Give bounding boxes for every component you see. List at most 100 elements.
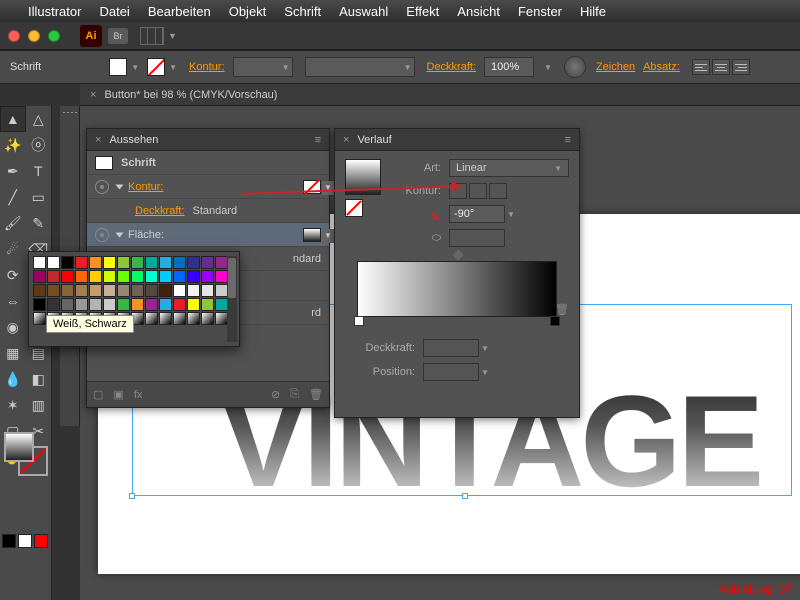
swatch-cell[interactable]: [117, 270, 130, 283]
appearance-panel-header[interactable]: × Aussehen ≡: [87, 129, 329, 151]
arrange-documents-button[interactable]: [140, 27, 164, 45]
type-tool[interactable]: T: [26, 158, 52, 184]
scrollbar-thumb[interactable]: [228, 258, 236, 298]
swatch-cell[interactable]: [131, 298, 144, 311]
menu-hilfe[interactable]: Hilfe: [580, 4, 606, 19]
blob-brush-tool[interactable]: ☄: [0, 236, 26, 262]
panel-menu-icon[interactable]: ≡: [315, 134, 321, 146]
brush-definition-field[interactable]: ▼: [305, 57, 415, 77]
stroke-swatch[interactable]: [147, 58, 165, 76]
shape-builder-tool[interactable]: ◉: [0, 314, 26, 340]
fill-indicator[interactable]: [4, 432, 34, 462]
swatch-cell[interactable]: [173, 298, 186, 311]
deckkraft-label[interactable]: Deckkraft:: [135, 205, 185, 217]
swatch-cell[interactable]: [187, 312, 200, 325]
deckkraft-link[interactable]: Deckkraft:: [427, 61, 477, 73]
gradient-angle-field[interactable]: [449, 205, 505, 223]
mini-swatch-white[interactable]: [18, 534, 32, 548]
menu-ansicht[interactable]: Ansicht: [457, 4, 500, 19]
swatch-cell[interactable]: [173, 284, 186, 297]
swatch-cell[interactable]: [159, 270, 172, 283]
swatch-cell[interactable]: [47, 284, 60, 297]
swatch-cell[interactable]: [117, 256, 130, 269]
flaeche-swatch[interactable]: ▼: [303, 228, 321, 242]
swatch-cell[interactable]: [131, 256, 144, 269]
gradient-panel-header[interactable]: × Verlauf ≡: [335, 129, 579, 151]
swatch-cell[interactable]: [103, 270, 116, 283]
panel-collapse-icon[interactable]: ×: [343, 134, 349, 146]
swatch-cell[interactable]: [47, 256, 60, 269]
appearance-object-row[interactable]: Schrift: [87, 151, 329, 175]
delete-item-icon[interactable]: 🗑: [309, 388, 323, 401]
swatch-cell[interactable]: [173, 312, 186, 325]
minimize-window-button[interactable]: [28, 30, 40, 42]
align-left-button[interactable]: [692, 59, 710, 75]
swatch-cell[interactable]: [33, 312, 46, 325]
paintbrush-tool[interactable]: 🖌: [0, 210, 26, 236]
zeichen-link[interactable]: Zeichen: [596, 61, 635, 73]
swatch-cell[interactable]: [131, 284, 144, 297]
swatch-cell[interactable]: [33, 256, 46, 269]
swatch-cell[interactable]: [145, 284, 158, 297]
stroke-gradient-along-icon[interactable]: [469, 183, 487, 199]
swatch-cell[interactable]: [61, 256, 74, 269]
swatch-cell[interactable]: [75, 270, 88, 283]
appearance-kontur-deckkraft-row[interactable]: Deckkraft: Standard: [87, 199, 329, 223]
stop-opacity-dropdown-icon[interactable]: ▼: [481, 344, 489, 353]
swatch-cell[interactable]: [187, 256, 200, 269]
close-window-button[interactable]: [8, 30, 20, 42]
swatch-cell[interactable]: [201, 270, 214, 283]
swatch-cell[interactable]: [47, 298, 60, 311]
swatch-cell[interactable]: [187, 284, 200, 297]
add-fill-icon[interactable]: ▣: [113, 388, 123, 401]
selection-handle[interactable]: [462, 493, 468, 499]
swatch-cell[interactable]: [187, 298, 200, 311]
menu-schrift[interactable]: Schrift: [284, 4, 321, 19]
menu-bearbeiten[interactable]: Bearbeiten: [148, 4, 211, 19]
swatch-cell[interactable]: [159, 312, 172, 325]
swatch-cell[interactable]: [33, 284, 46, 297]
swatch-cell[interactable]: [159, 256, 172, 269]
stroke-gradient-across-icon[interactable]: [489, 183, 507, 199]
swatch-cell[interactable]: [145, 298, 158, 311]
magic-wand-tool[interactable]: ✨: [0, 132, 26, 158]
disclosure-triangle-icon[interactable]: [116, 184, 124, 189]
bridge-button[interactable]: Br: [108, 28, 128, 44]
opacity-dropdown-icon[interactable]: ▼: [544, 63, 552, 72]
gradient-type-dropdown[interactable]: Linear ▼: [449, 159, 569, 177]
recolor-artwork-button[interactable]: [564, 56, 586, 78]
swatch-cell[interactable]: [159, 284, 172, 297]
fill-swatch[interactable]: [109, 58, 127, 76]
stop-position-dropdown-icon[interactable]: ▼: [481, 368, 489, 377]
swatch-cell[interactable]: [201, 298, 214, 311]
swatch-cell[interactable]: [61, 270, 74, 283]
gradient-slider[interactable]: [357, 261, 557, 317]
visibility-toggle-icon[interactable]: [95, 180, 109, 194]
fill-stroke-indicator[interactable]: [4, 432, 48, 476]
delete-stop-icon[interactable]: 🗑: [555, 303, 569, 316]
zoom-window-button[interactable]: [48, 30, 60, 42]
swatch-cell[interactable]: [117, 298, 130, 311]
swatch-scrollbar[interactable]: [227, 256, 237, 342]
gradient-stroke-swatch[interactable]: [345, 199, 363, 217]
symbol-sprayer-tool[interactable]: ✶: [0, 392, 26, 418]
swatch-cell[interactable]: [75, 256, 88, 269]
add-effect-icon[interactable]: fx: [134, 389, 143, 401]
blend-tool[interactable]: ◧: [26, 366, 52, 392]
align-right-button[interactable]: [732, 59, 750, 75]
fill-dropdown-icon[interactable]: ▼: [131, 63, 139, 72]
lasso-tool[interactable]: ⓞ: [26, 132, 52, 158]
document-tab[interactable]: × Button* bei 98 % (CMYK/Vorschau): [80, 84, 800, 106]
stroke-weight-field[interactable]: ▼: [233, 57, 293, 77]
swatch-cell[interactable]: [103, 298, 116, 311]
kontur-label[interactable]: Kontur:: [128, 181, 163, 193]
close-tab-icon[interactable]: ×: [90, 89, 96, 101]
selection-tool[interactable]: ▲: [0, 106, 26, 132]
swatch-cell[interactable]: [201, 284, 214, 297]
absatz-link[interactable]: Absatz:: [643, 61, 680, 73]
swatch-cell[interactable]: [173, 270, 186, 283]
disclosure-triangle-icon[interactable]: [116, 232, 124, 237]
swatch-cell[interactable]: [47, 270, 60, 283]
pencil-tool[interactable]: ✎: [26, 210, 52, 236]
stop-position-field[interactable]: [423, 363, 479, 381]
